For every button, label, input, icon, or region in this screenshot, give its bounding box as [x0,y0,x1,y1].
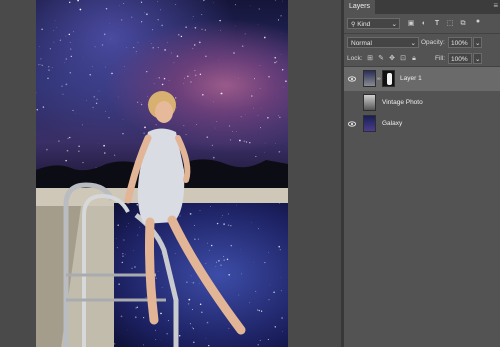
filter-kind-label: Kind [357,21,371,28]
chevron-down-icon: ⌄ [391,21,397,28]
link-icon[interactable]: ∞ [377,77,381,82]
blend-row: Normal ⌄ Opacity: 100% ⌄ [344,36,500,49]
image-filter-icon[interactable]: ▣ [407,20,415,28]
document-image[interactable] [36,0,288,347]
lock-all-icon[interactable]: 🔒︎ [410,55,418,63]
panel-menu-icon[interactable]: ≡ [493,1,498,10]
chevron-down-icon: ⌄ [410,40,416,47]
layer-thumbnail [363,70,376,87]
type-filter-icon[interactable]: T [433,20,441,28]
search-icon: ⚲ [351,22,356,28]
layers-panel: Layers ≡ ⚲ Kind ⌄ ▣ ◐ T ⬚ ⧉ ● Normal ⌄ O… [344,0,500,347]
layer-thumbnail [363,115,376,132]
lock-position-icon[interactable]: ✥ [388,55,396,63]
panel-tab-bar: Layers ≡ [344,0,500,14]
layer-name: Galaxy [382,120,403,127]
fill-input[interactable]: 100% [448,53,472,64]
adjustment-filter-icon[interactable]: ◐ [420,20,428,28]
chevron-down-icon: ⌄ [475,56,481,63]
blend-mode-select[interactable]: Normal ⌄ [347,37,419,48]
filter-kind-select[interactable]: ⚲ Kind ⌄ [347,18,400,29]
lock-image-icon[interactable]: ✎ [377,55,385,63]
chevron-down-icon: ⌄ [475,40,481,47]
opacity-slider-toggle[interactable]: ⌄ [473,37,482,48]
eye-icon[interactable] [348,75,356,83]
tab-layers[interactable]: Layers [344,0,376,14]
layer-name: Layer 1 [400,75,422,82]
layer-row-galaxy[interactable]: Galaxy [344,112,500,136]
opacity-label: Opacity: [421,39,445,46]
lock-label: Lock: [347,55,363,62]
document-canvas-area[interactable] [0,0,341,347]
woman-figure [63,91,246,347]
layer-thumbnail [363,94,376,111]
fill-slider-toggle[interactable]: ⌄ [473,53,482,64]
shape-filter-icon[interactable]: ⬚ [446,20,454,28]
filter-row: ⚲ Kind ⌄ ▣ ◐ T ⬚ ⧉ ● [344,17,500,30]
opacity-input[interactable]: 100% [448,37,472,48]
visibility-toggle-empty[interactable] [348,99,356,107]
smart-object-filter-icon[interactable]: ⧉ [459,20,467,28]
layer-row-layer-1[interactable]: ∞ Layer 1 [344,67,500,91]
layer-mask-thumbnail[interactable] [382,70,395,87]
lock-pixels-icon[interactable]: ⊞ [366,55,374,63]
divider [344,33,500,34]
fill-label: Fill: [435,55,446,62]
blend-mode-value: Normal [351,40,372,47]
lock-row: Lock: ⊞ ✎ ✥ ⊡ 🔒︎ Fill: 100% ⌄ [344,52,500,65]
eye-icon[interactable] [348,120,356,128]
filter-toggle-icon[interactable]: ● [474,18,482,26]
lock-artboard-icon[interactable]: ⊡ [399,55,407,63]
